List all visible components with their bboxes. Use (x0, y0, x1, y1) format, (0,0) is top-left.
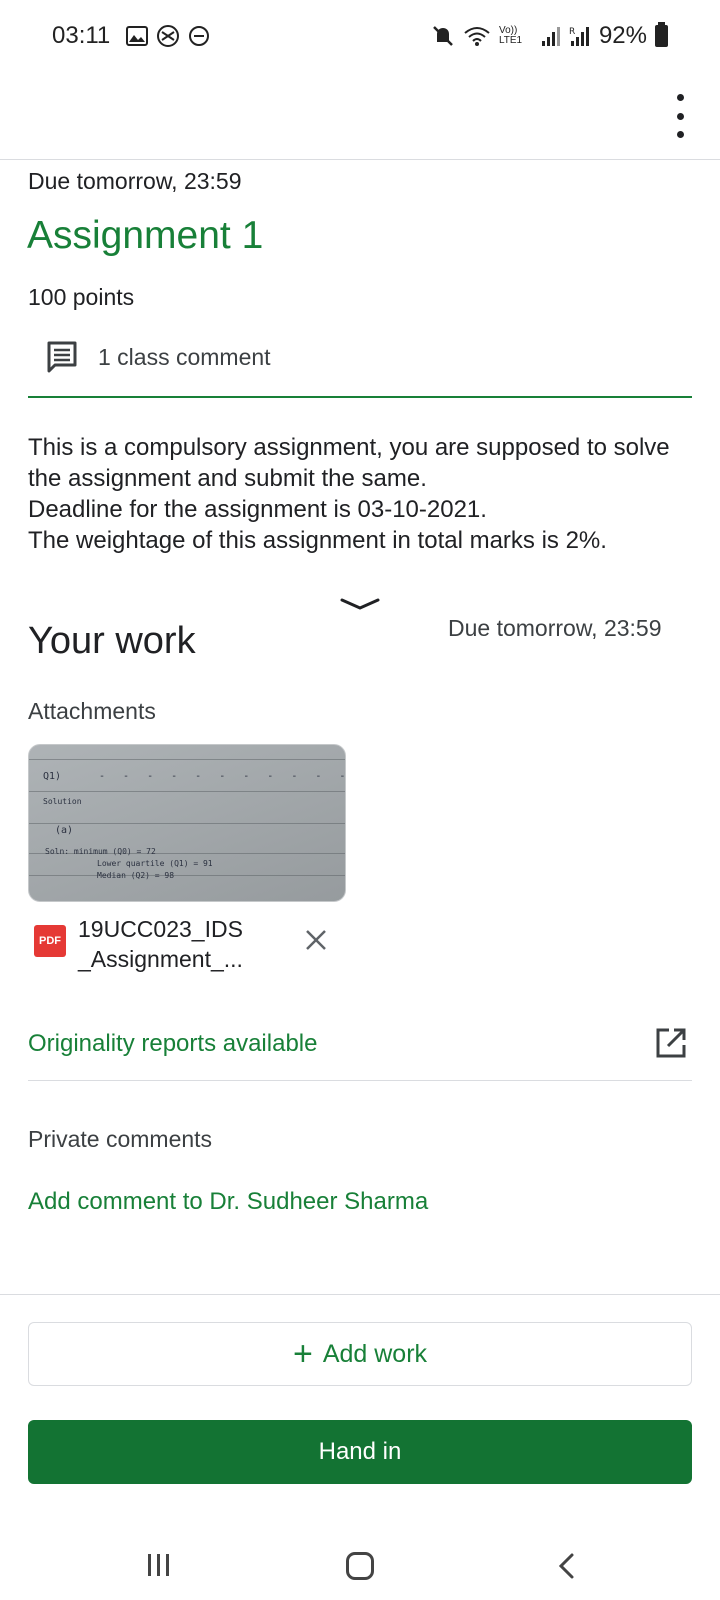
status-left-icons (126, 24, 210, 48)
add-work-label: Add work (322, 1339, 428, 1368)
assignment-title: Assignment 1 (27, 214, 264, 257)
battery-icon (655, 22, 668, 47)
assignment-description: This is a compulsory assignment, you are… (28, 434, 670, 554)
wifi-icon (464, 27, 490, 46)
private-comments-label: Private comments (28, 1126, 213, 1152)
back-icon[interactable] (556, 1552, 576, 1580)
thumbnail-text-line: - - - - - - - - - - - (99, 771, 346, 782)
thumbnail-text-line: (a) (55, 825, 74, 836)
class-comment-link[interactable]: 1 class comment (46, 340, 271, 374)
your-work-due: Due tomorrow, 23:59 (448, 615, 662, 641)
comment-icon (47, 341, 77, 373)
system-nav-bar (0, 1520, 720, 1600)
attachments-label: Attachments (28, 698, 156, 724)
battery-percent: 92% (598, 22, 647, 49)
originality-reports-link[interactable]: Originality reports available (28, 1030, 317, 1058)
status-bar: 03:11 Vo)) LTE1 R 92% (0, 0, 720, 76)
vpn-icon (157, 25, 179, 47)
add-work-button[interactable]: + Add work (28, 1322, 692, 1386)
volte-icon: Vo)) LTE1 (498, 25, 523, 46)
assignment-due: Due tomorrow, 23:59 (28, 168, 242, 194)
mute-icon (433, 26, 453, 46)
divider (0, 1294, 720, 1295)
pdf-icon: PDF (34, 925, 66, 957)
sheet-collapse-chevron-icon[interactable] (338, 596, 382, 614)
more-vert-icon[interactable] (668, 94, 692, 138)
thumbnail-text-line: Median (Q2) = 98 (97, 871, 175, 880)
assignment-points: 100 points (28, 284, 135, 310)
recent-apps-icon[interactable] (148, 1554, 169, 1576)
signal-icon (541, 27, 560, 46)
svg-text:R: R (569, 27, 575, 37)
attachment-thumbnail[interactable]: Q1) - - - - - - - - - - - Solution (a) S… (28, 744, 346, 902)
section-divider (28, 396, 692, 398)
add-private-comment-link[interactable]: Add comment to Dr. Sudheer Sharma (28, 1188, 428, 1216)
thumbnail-text-line: Q1) (43, 771, 62, 782)
status-right: Vo)) LTE1 R 92% (431, 22, 668, 50)
plus-icon: + (292, 1335, 313, 1373)
your-work-title: Your work (28, 620, 196, 662)
open-in-new-icon[interactable] (654, 1026, 688, 1060)
thumbnail-text-line: Soln: minimum (Q0) = 72 (45, 847, 156, 856)
divider (28, 1080, 692, 1081)
close-icon[interactable] (302, 926, 330, 954)
hand-in-button[interactable]: Hand in (28, 1420, 692, 1484)
signal-roaming-icon: R (569, 27, 589, 46)
top-app-bar (0, 76, 720, 160)
dnd-icon (189, 26, 209, 46)
thumbnail-text-line: Lower quartile (Q1) = 91 (97, 859, 213, 868)
home-icon[interactable] (346, 1552, 374, 1580)
attachment-file-name[interactable]: 19UCC023_IDS _Assignment_... (78, 914, 288, 974)
gallery-icon (126, 26, 148, 46)
class-comment-label: 1 class comment (98, 343, 271, 370)
thumbnail-text-line: Solution (43, 797, 82, 806)
status-time: 03:11 (52, 22, 111, 49)
